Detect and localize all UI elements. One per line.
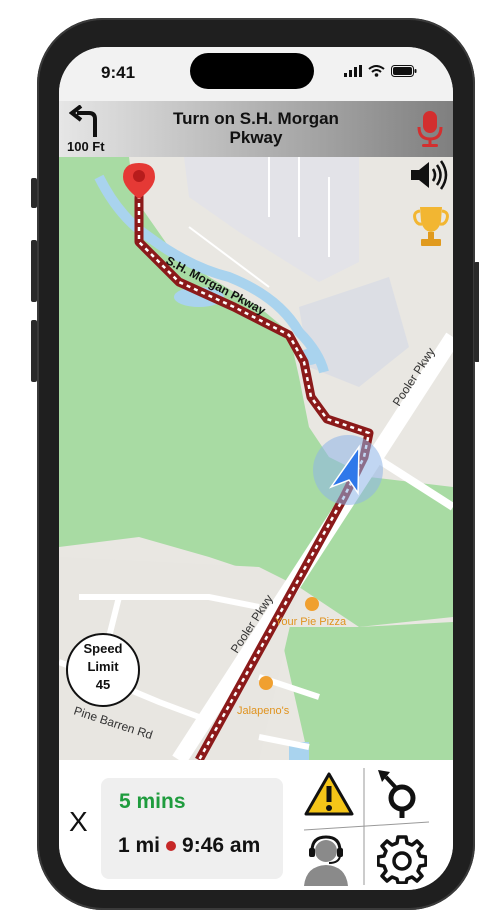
arrival-time: 9:46 am <box>182 834 261 857</box>
volume-up-button <box>31 240 37 302</box>
restaurant-icon <box>305 597 319 611</box>
reroute-icon[interactable] <box>374 768 420 818</box>
cellular-signal-icon <box>344 65 362 77</box>
speaker-icon[interactable] <box>409 159 449 191</box>
speed-limit-value: 45 <box>95 677 111 692</box>
building-area <box>299 277 409 387</box>
dynamic-island <box>190 53 314 89</box>
trip-summary: 1 mi 9:46 am <box>118 834 260 858</box>
power-button <box>474 262 479 362</box>
battery-icon <box>391 65 417 77</box>
parking-lot <box>184 157 359 282</box>
microphone-icon[interactable] <box>415 109 445 149</box>
screen: 9:41 100 Ft Turn on S.H. Morgan Pkway S.… <box>59 47 453 890</box>
turn-instruction: Turn on S.H. Morgan Pkway <box>173 109 339 147</box>
status-bar: 9:41 <box>59 47 453 101</box>
action-button <box>31 178 37 208</box>
warning-icon[interactable] <box>304 772 354 816</box>
place-label: Your Pie Pizza <box>275 616 347 628</box>
volume-down-button <box>31 320 37 382</box>
support-agent-icon[interactable] <box>301 834 351 886</box>
speed-limit-line1: Speed <box>83 641 123 656</box>
wifi-icon <box>368 65 385 77</box>
status-icons <box>344 65 417 77</box>
eta-card[interactable]: 5 mins 1 mi 9:46 am <box>101 778 283 879</box>
map-view[interactable]: S.H. Morgan Pkway Pooler Pkwy Pooler Pkw… <box>59 157 453 760</box>
trip-duration: 5 mins <box>119 790 186 813</box>
trip-panel: X 5 mins 1 mi 9:46 am <box>59 760 453 890</box>
status-time: 9:41 <box>101 63 136 82</box>
gear-icon[interactable] <box>377 834 427 884</box>
trophy-icon[interactable] <box>413 203 449 249</box>
turn-left-icon <box>69 105 97 137</box>
speed-limit-line2: Limit <box>87 659 119 674</box>
turn-instruction-bar: 100 Ft Turn on S.H. Morgan Pkway <box>59 101 453 157</box>
turn-distance: 100 Ft <box>67 139 105 154</box>
end-navigation-button[interactable]: X <box>69 806 88 838</box>
trip-distance: 1 mi <box>118 834 161 857</box>
restaurant-icon <box>259 676 273 690</box>
place-label: Jalapeno's <box>237 705 290 717</box>
separator-dot <box>166 841 177 851</box>
speed-limit-sign: Speed Limit 45 <box>66 633 140 707</box>
